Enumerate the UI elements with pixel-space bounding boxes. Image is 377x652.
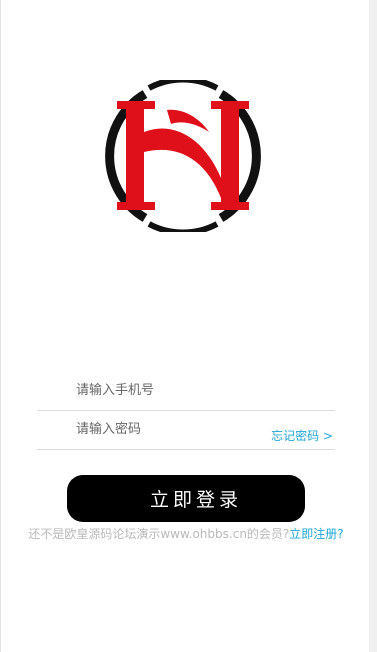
password-field: 忘记密码 >: [37, 411, 335, 450]
login-page: 忘记密码 > 立即登录 还不是欧皇源码论坛演示www.ohbbs.cn的会员?立…: [0, 0, 369, 652]
phone-field: [37, 372, 335, 411]
register-prompt: 还不是欧皇源码论坛演示www.ohbbs.cn的会员?立即注册?: [19, 525, 353, 544]
login-button[interactable]: 立即登录: [67, 475, 305, 522]
password-input[interactable]: [37, 411, 296, 447]
hn-logo-icon: [105, 76, 261, 236]
page-gutter: [369, 0, 377, 652]
register-prompt-text: 还不是欧皇源码论坛演示www.ohbbs.cn的会员?: [28, 527, 290, 541]
site-logo: [105, 76, 261, 236]
forgot-password-link[interactable]: 忘记密码 >: [271, 427, 333, 444]
register-link[interactable]: 立即注册?: [289, 527, 343, 541]
phone-input[interactable]: [37, 372, 296, 408]
